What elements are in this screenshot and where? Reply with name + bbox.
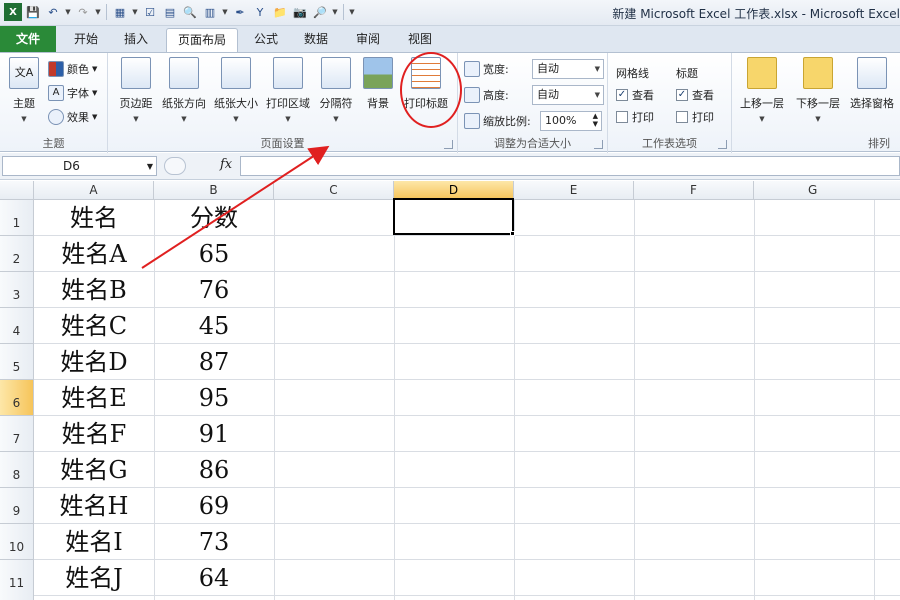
arrow-line	[141, 145, 330, 269]
annotation-arrow	[141, 145, 330, 269]
